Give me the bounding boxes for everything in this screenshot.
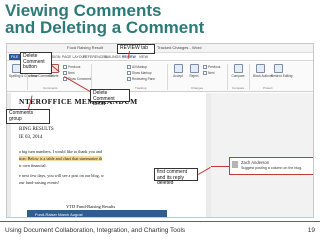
avatar xyxy=(232,161,238,168)
slide: Viewing Comments and Deleting a Comment … xyxy=(0,0,320,240)
slide-title: Viewing Comments and Deleting a Comment xyxy=(5,2,305,36)
footer-text: Using Document Collaboration, Integratio… xyxy=(5,227,186,234)
memo-subject-line: BING RESULTS xyxy=(19,127,54,132)
tab-mailings[interactable]: MAILINGS xyxy=(104,55,121,59)
body-line-4: e next few days, you will see a post on … xyxy=(19,173,104,178)
all-markup-dropdown[interactable]: All Markup xyxy=(127,65,147,70)
compare-group-label: Compare xyxy=(232,86,245,90)
block-authors-button[interactable]: Block Authors xyxy=(253,64,273,78)
accept-icon xyxy=(173,64,183,73)
window-title-right: Tracked Changes - Word xyxy=(157,45,202,50)
callout-comments-group: Comments group xyxy=(6,109,50,125)
body-line-5: our fund-raising events! xyxy=(19,180,60,185)
comments-group-label: Comments xyxy=(43,86,58,90)
next-change-button[interactable]: Next xyxy=(203,71,215,76)
page-number: 19 xyxy=(307,227,315,234)
ribbon-tabs: FILE HOME INSERT DESIGN PAGE LAYOUT REFE… xyxy=(7,54,313,61)
body-line-2: tion: Below is a table and chart that su… xyxy=(19,156,103,161)
table-header-row: Fund-Raiser March August xyxy=(27,210,167,217)
changes-group-label: Changes xyxy=(191,86,204,90)
compare-icon xyxy=(233,64,243,73)
word-window-screenshot: Food Raising Result Tracked Changes - Wo… xyxy=(6,43,314,218)
reviewing-pane-dropdown[interactable]: Reviewing Pane xyxy=(127,77,155,82)
restrict-editing-icon xyxy=(273,64,283,73)
memo-date-line: IE 03, 2014 xyxy=(19,135,43,140)
body-line-3: ir own financial. xyxy=(19,163,47,168)
slide-footer: Using Document Collaboration, Integratio… xyxy=(0,221,320,240)
tab-file[interactable]: FILE xyxy=(9,54,21,60)
window-title-left: Food Raising Result xyxy=(67,45,104,50)
table-caption: YTD Fund-Raising Results xyxy=(66,204,116,209)
protect-group-label: Protect xyxy=(263,86,273,90)
quick-access-toolbar[interactable] xyxy=(10,46,28,59)
accept-button[interactable]: Accept xyxy=(171,64,185,78)
slide-title-line-1: Viewing Comments xyxy=(5,1,162,20)
comment-balloon[interactable]: Zach Anderson Suggest posting a column o… xyxy=(229,157,313,175)
body-line-1: a big turn numbers. I would like to than… xyxy=(19,149,102,154)
previous-comment-button[interactable]: Previous xyxy=(63,65,80,70)
previous-change-button[interactable]: Previous xyxy=(203,65,220,70)
show-markup-dropdown[interactable]: Show Markup xyxy=(127,71,152,76)
callout-delete-comment-arrow: Delete Comment arrow xyxy=(90,89,130,107)
reject-button[interactable]: Reject xyxy=(187,64,201,78)
compare-button[interactable]: Compare xyxy=(231,64,245,78)
markup-area: Zach Anderson Suggest posting a column o… xyxy=(211,93,313,217)
callout-delete-comment-button: Delete Comment button xyxy=(20,52,52,74)
comment-text: Suggest posting a column on the blog. xyxy=(241,166,303,170)
tab-view[interactable]: VIEW xyxy=(139,55,148,59)
restrict-editing-button[interactable]: Restrict Editing xyxy=(271,64,292,78)
tracking-group-label: Tracking xyxy=(135,86,147,90)
reject-icon xyxy=(189,64,199,73)
next-comment-button[interactable]: Next xyxy=(63,71,75,76)
window-title-bar: Food Raising Result Tracked Changes - Wo… xyxy=(7,44,313,59)
callout-review-tab: REVIEW tab xyxy=(117,44,155,54)
comment-connector xyxy=(211,166,231,167)
slide-title-line-2: and Deleting a Comment xyxy=(5,18,205,37)
comment-author: Zach Anderson xyxy=(241,160,270,165)
block-authors-icon xyxy=(255,64,265,73)
document-area: NTEROFFICE MEMORANDUM DEO: WESION: BING … xyxy=(7,93,313,217)
callout-first-comment-deleted: first comment and its reply deleted xyxy=(154,168,198,186)
